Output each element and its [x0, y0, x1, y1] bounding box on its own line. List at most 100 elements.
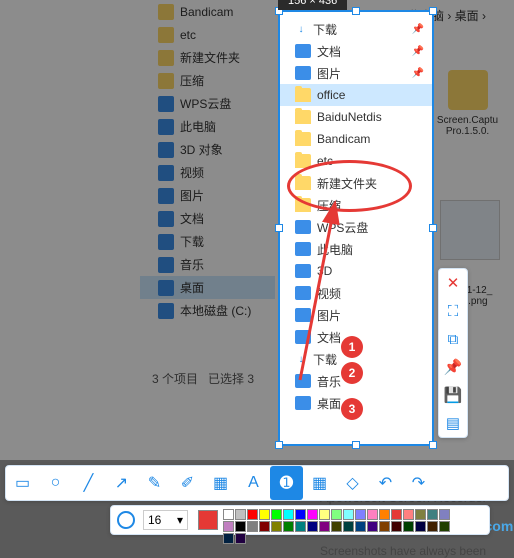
color-swatch[interactable] [271, 509, 282, 520]
thumbnail [440, 200, 500, 260]
numbered-tool-button[interactable]: ➊ [270, 466, 303, 500]
color-swatch[interactable] [391, 509, 402, 520]
list-item-label: 压缩 [317, 197, 341, 214]
color-swatch[interactable] [343, 509, 354, 520]
color-swatch[interactable] [295, 521, 306, 532]
resize-handle-ml[interactable] [275, 224, 283, 232]
color-swatch[interactable] [439, 521, 450, 532]
resize-handle-br[interactable] [429, 441, 437, 449]
brush-tool-button[interactable]: ✎ [138, 466, 171, 500]
style-circle-button[interactable] [117, 511, 135, 529]
font-size-select[interactable]: 16 ▾ [143, 510, 188, 530]
number-marker-1[interactable]: 1 [341, 336, 363, 358]
undo-tool-button[interactable]: ↶ [369, 466, 402, 500]
color-swatch[interactable] [247, 509, 258, 520]
close-button[interactable]: ✕ [439, 269, 467, 297]
fullscreen-button[interactable]: ⛶ [439, 297, 467, 325]
capture-list-item[interactable]: office [280, 84, 432, 106]
sidebar-label: 下载 [180, 233, 204, 250]
resize-handle-tr[interactable] [429, 7, 437, 15]
resize-handle-bl[interactable] [275, 441, 283, 449]
list-item-label: WPS云盘 [317, 219, 368, 236]
color-swatch[interactable] [235, 509, 246, 520]
bg-sidebar-item: WPS云盘 [140, 92, 275, 115]
color-swatch[interactable] [355, 509, 366, 520]
color-swatch[interactable] [319, 521, 330, 532]
capture-list-item[interactable]: ↓下载📌 [280, 18, 432, 40]
color-swatch[interactable] [391, 521, 402, 532]
color-swatch[interactable] [427, 509, 438, 520]
color-swatch[interactable] [403, 521, 414, 532]
text-tool-button[interactable]: A [237, 466, 270, 500]
color-swatch[interactable] [271, 521, 282, 532]
color-swatch[interactable] [331, 509, 342, 520]
color-swatch[interactable] [259, 521, 270, 532]
capture-list-item[interactable]: 视频 [280, 282, 432, 304]
capture-list-item[interactable]: etc [280, 150, 432, 172]
eraser-tool-button[interactable]: ◇ [336, 466, 369, 500]
color-swatch[interactable] [331, 521, 342, 532]
color-swatch[interactable] [403, 509, 414, 520]
grid-select-tool-button[interactable]: ▦ [303, 466, 336, 500]
number-marker-3[interactable]: 3 [341, 398, 363, 420]
device-icon [295, 66, 311, 80]
color-swatch[interactable] [307, 521, 318, 532]
line-tool-button[interactable]: ╱ [72, 466, 105, 500]
resize-handle-tm[interactable] [352, 7, 360, 15]
color-swatch[interactable] [427, 521, 438, 532]
list-button[interactable]: ▤ [439, 409, 467, 437]
save-button[interactable]: 💾 [439, 381, 467, 409]
color-swatch[interactable] [355, 521, 366, 532]
rect-tool-button[interactable]: ▭ [6, 466, 39, 500]
number-marker-2[interactable]: 2 [341, 362, 363, 384]
color-swatch[interactable] [343, 521, 354, 532]
folder-icon [158, 50, 174, 66]
capture-list-item[interactable]: 文档📌 [280, 40, 432, 62]
color-swatch[interactable] [415, 509, 426, 520]
resize-handle-bm[interactable] [352, 441, 360, 449]
arrow-tool-button[interactable]: ↗ [105, 466, 138, 500]
resize-handle-mr[interactable] [429, 224, 437, 232]
color-swatch[interactable] [379, 521, 390, 532]
color-swatch[interactable] [223, 509, 234, 520]
capture-list-item[interactable]: 压缩 [280, 194, 432, 216]
copy-button[interactable]: ⧉ [439, 325, 467, 353]
pin-icon: 📌 [412, 68, 424, 79]
color-swatch[interactable] [247, 521, 258, 532]
bg-sidebar-item: 视频 [140, 161, 275, 184]
color-swatch[interactable] [307, 509, 318, 520]
color-swatch[interactable] [259, 509, 270, 520]
capture-list-item[interactable]: Bandicam [280, 128, 432, 150]
color-swatch[interactable] [379, 509, 390, 520]
mosaic-tool-button[interactable]: ▦ [204, 466, 237, 500]
font-size-value: 16 [148, 513, 161, 527]
capture-list-item[interactable]: 新建文件夹 [280, 172, 432, 194]
ellipse-tool-button[interactable]: ○ [39, 466, 72, 500]
capture-list-item[interactable]: 此电脑 [280, 238, 432, 260]
color-swatch[interactable] [367, 521, 378, 532]
color-swatch[interactable] [235, 533, 246, 544]
color-swatch[interactable] [367, 509, 378, 520]
capture-list-item[interactable]: 3D [280, 260, 432, 282]
list-item-label: etc [317, 154, 333, 168]
bg-sidebar-item: 3D 对象 [140, 138, 275, 161]
color-swatch[interactable] [283, 521, 294, 532]
capture-list-item[interactable]: 图片 [280, 304, 432, 326]
capture-list-item[interactable]: WPS云盘 [280, 216, 432, 238]
active-color-swatch[interactable] [198, 510, 218, 530]
color-swatch[interactable] [319, 509, 330, 520]
capture-list-item[interactable]: 图片📌 [280, 62, 432, 84]
color-swatch[interactable] [283, 509, 294, 520]
pin-button[interactable]: 📌 [439, 353, 467, 381]
color-swatch[interactable] [295, 509, 306, 520]
color-swatch[interactable] [235, 521, 246, 532]
chevron-down-icon: ▾ [177, 513, 183, 527]
color-swatch[interactable] [223, 533, 234, 544]
bg-sidebar-item: 本地磁盘 (C:) [140, 299, 275, 322]
capture-list-item[interactable]: BaiduNetdis [280, 106, 432, 128]
color-swatch[interactable] [223, 521, 234, 532]
redo-tool-button[interactable]: ↷ [402, 466, 435, 500]
color-swatch[interactable] [415, 521, 426, 532]
color-swatch[interactable] [439, 509, 450, 520]
highlighter-tool-button[interactable]: ✐ [171, 466, 204, 500]
